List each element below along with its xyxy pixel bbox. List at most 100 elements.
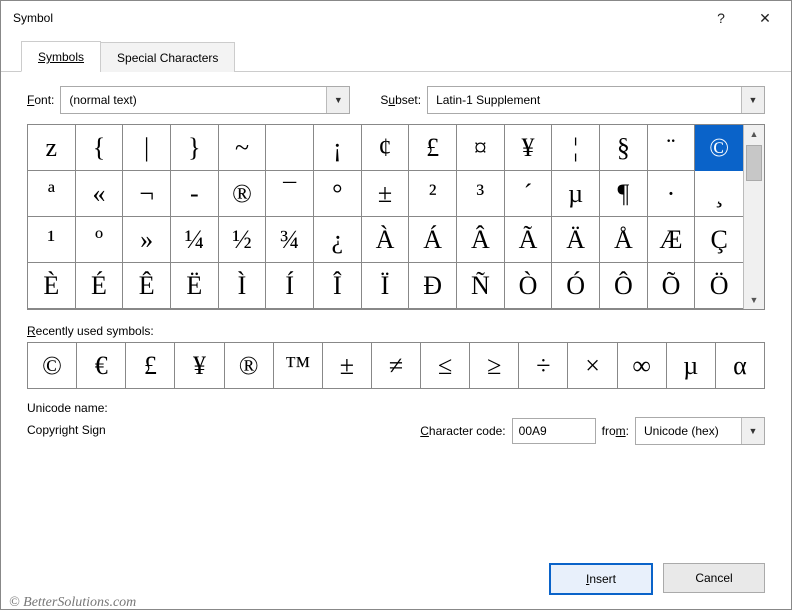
symbol-cell[interactable]: Ã <box>505 217 553 263</box>
symbol-cell[interactable]: Á <box>409 217 457 263</box>
scroll-thumb[interactable] <box>746 145 762 181</box>
symbol-cell[interactable]: ³ <box>457 171 505 217</box>
symbol-cell[interactable]: · <box>648 171 696 217</box>
symbol-cell[interactable]: ª <box>28 171 76 217</box>
recent-symbol-cell[interactable]: € <box>77 343 126 389</box>
recent-symbol-cell[interactable]: × <box>568 343 617 389</box>
symbol-cell[interactable]: Ë <box>171 263 219 309</box>
symbol-cell[interactable]: À <box>362 217 410 263</box>
symbol-cell[interactable]: ® <box>219 171 267 217</box>
symbol-cell[interactable]: Ä <box>552 217 600 263</box>
scroll-track[interactable] <box>744 143 764 291</box>
symbol-cell[interactable]: Ð <box>409 263 457 309</box>
symbol-cell[interactable]: £ <box>409 125 457 171</box>
recent-symbol-cell[interactable]: ™ <box>274 343 323 389</box>
symbol-cell[interactable]: ¼ <box>171 217 219 263</box>
recent-symbol-cell[interactable]: ≥ <box>470 343 519 389</box>
symbol-cell[interactable]: Ê <box>123 263 171 309</box>
symbol-cell[interactable]: Ñ <box>457 263 505 309</box>
symbol-cell[interactable]: Ó <box>552 263 600 309</box>
recent-symbol-cell[interactable]: ≠ <box>372 343 421 389</box>
symbol-cell[interactable]: Å <box>600 217 648 263</box>
symbol-cell[interactable]: ¯ <box>266 171 314 217</box>
tab-symbols[interactable]: Symbols <box>21 41 101 72</box>
recent-symbol-cell[interactable]: ¥ <box>175 343 224 389</box>
symbol-cell[interactable]: Æ <box>648 217 696 263</box>
symbol-cell[interactable]: ¥ <box>505 125 553 171</box>
recent-symbol-cell[interactable]: α <box>716 343 765 389</box>
symbol-cell[interactable]: ² <box>409 171 457 217</box>
symbol-cell[interactable]: ¶ <box>600 171 648 217</box>
symbol-cell[interactable]: « <box>76 171 124 217</box>
symbol-cell[interactable]: ¦ <box>552 125 600 171</box>
symbol-cell[interactable]: È <box>28 263 76 309</box>
symbol-cell[interactable]: ~ <box>219 125 267 171</box>
symbol-cell[interactable]: Ò <box>505 263 553 309</box>
watermark: © BetterSolutions.com <box>9 595 136 611</box>
symbol-cell[interactable]: » <box>123 217 171 263</box>
insert-button[interactable]: Insert <box>549 563 653 595</box>
tabstrip: Symbols Special Characters <box>1 35 791 72</box>
chevron-down-icon[interactable]: ▼ <box>326 87 349 113</box>
symbol-cell[interactable]: ¡ <box>314 125 362 171</box>
grid-scrollbar[interactable]: ▲ ▼ <box>743 125 764 309</box>
symbol-cell[interactable]: { <box>76 125 124 171</box>
symbol-cell[interactable]: ± <box>362 171 410 217</box>
symbol-cell[interactable]: Ö <box>695 263 743 309</box>
symbol-cell[interactable]: ¨ <box>648 125 696 171</box>
unicode-name-value: Copyright Sign <box>27 423 108 437</box>
recent-symbol-cell[interactable]: µ <box>667 343 716 389</box>
recent-symbol-cell[interactable]: ÷ <box>519 343 568 389</box>
symbol-cell[interactable]: z <box>28 125 76 171</box>
symbol-cell[interactable]: Ç <box>695 217 743 263</box>
from-combo[interactable]: Unicode (hex) ▼ <box>635 417 765 445</box>
symbol-cell[interactable]: } <box>171 125 219 171</box>
symbol-cell[interactable]: ° <box>314 171 362 217</box>
recent-symbol-cell[interactable]: ® <box>225 343 274 389</box>
symbol-cell[interactable]: - <box>171 171 219 217</box>
recent-symbol-cell[interactable]: £ <box>126 343 175 389</box>
scroll-down-icon[interactable]: ▼ <box>744 291 764 309</box>
symbol-cell[interactable]: ¤ <box>457 125 505 171</box>
symbol-cell[interactable]: © <box>695 125 743 171</box>
symbol-cell[interactable]: ¿ <box>314 217 362 263</box>
symbol-cell[interactable]: § <box>600 125 648 171</box>
symbol-cell[interactable]: ¬ <box>123 171 171 217</box>
symbol-cell[interactable]: Î <box>314 263 362 309</box>
symbol-cell[interactable]: ¢ <box>362 125 410 171</box>
titlebar: Symbol ? ✕ <box>1 1 791 35</box>
symbol-cell[interactable]: ¸ <box>695 171 743 217</box>
font-combo[interactable]: (normal text) ▼ <box>60 86 350 114</box>
symbol-cell[interactable]: | <box>123 125 171 171</box>
symbol-cell[interactable]: ¹ <box>28 217 76 263</box>
recent-symbol-cell[interactable]: ≤ <box>421 343 470 389</box>
recent-symbol-cell[interactable]: ∞ <box>618 343 667 389</box>
font-subset-row: Font: (normal text) ▼ Subset: Latin-1 Su… <box>27 86 765 114</box>
symbol-cell[interactable]: µ <box>552 171 600 217</box>
scroll-up-icon[interactable]: ▲ <box>744 125 764 143</box>
symbol-cell[interactable]: Â <box>457 217 505 263</box>
recent-label: Recently used symbols: <box>27 324 765 338</box>
close-icon[interactable]: ✕ <box>743 3 787 33</box>
subset-combo[interactable]: Latin-1 Supplement ▼ <box>427 86 765 114</box>
symbol-cell[interactable]: Í <box>266 263 314 309</box>
recent-symbol-cell[interactable]: ± <box>323 343 372 389</box>
symbol-cell[interactable]: ½ <box>219 217 267 263</box>
symbol-cell[interactable]: É <box>76 263 124 309</box>
symbol-cell[interactable] <box>266 125 314 171</box>
symbol-cell[interactable]: ¾ <box>266 217 314 263</box>
character-code-input[interactable]: 00A9 <box>512 418 596 444</box>
chevron-down-icon[interactable]: ▼ <box>741 87 764 113</box>
help-icon[interactable]: ? <box>699 3 743 33</box>
symbol-cell[interactable]: Ô <box>600 263 648 309</box>
recent-symbol-cell[interactable]: © <box>28 343 77 389</box>
tab-special-characters[interactable]: Special Characters <box>100 42 235 72</box>
symbol-cell[interactable]: Õ <box>648 263 696 309</box>
symbol-cell[interactable]: ´ <box>505 171 553 217</box>
symbol-grid-container: z{|}~ ¡¢£¤¥¦§¨© ª«¬-®¯°±²³´µ¶·¸ ¹º»¼½¾¿ÀÁÂ… <box>27 124 765 310</box>
symbol-cell[interactable]: º <box>76 217 124 263</box>
cancel-button[interactable]: Cancel <box>663 563 765 593</box>
symbol-cell[interactable]: Ï <box>362 263 410 309</box>
chevron-down-icon[interactable]: ▼ <box>741 418 764 444</box>
symbol-cell[interactable]: Ì <box>219 263 267 309</box>
